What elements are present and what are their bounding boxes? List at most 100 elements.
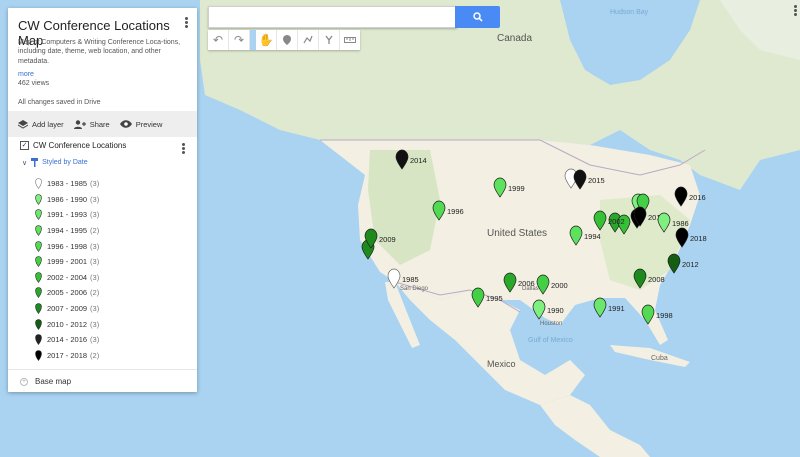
legend-label: 1983 - 1985 bbox=[47, 179, 88, 189]
share-label: Share bbox=[89, 119, 110, 129]
legend-count: (3) bbox=[90, 257, 100, 267]
layer-visibility-checkbox[interactable]: ✓ bbox=[20, 141, 29, 150]
add-layer-label: Add layer bbox=[32, 119, 64, 129]
layer-name[interactable]: CW Conference Locations bbox=[33, 141, 126, 150]
legend-label: 2005 - 2006 bbox=[47, 288, 88, 298]
map-pin-icon bbox=[35, 350, 42, 361]
view-count: 462 views bbox=[18, 80, 50, 87]
legend-label: 2014 - 2016 bbox=[47, 335, 88, 345]
undo-icon[interactable]: ↶ bbox=[208, 30, 229, 50]
base-map-label: Base map bbox=[35, 377, 72, 386]
label-united-states: United States bbox=[487, 228, 547, 239]
more-link[interactable]: more bbox=[18, 71, 34, 78]
legend-item[interactable]: 1983 - 1985 (3) bbox=[35, 176, 99, 192]
legend-count: (3) bbox=[90, 272, 100, 282]
map-pin-icon bbox=[35, 178, 42, 190]
map-pin-icon bbox=[35, 225, 42, 237]
legend-label: 1996 - 1998 bbox=[47, 241, 88, 251]
map-marker-label: 1999 bbox=[508, 184, 525, 193]
legend-item[interactable]: 1986 - 1990 (3) bbox=[35, 192, 99, 208]
legend-list: 1983 - 1985 (3) 1986 - 1990 (3) 1991 - 1993(… bbox=[35, 176, 99, 363]
legend-item[interactable]: 2017 - 2018 (2) bbox=[35, 348, 99, 364]
legend-item[interactable]: 1999 - 2001 (3) bbox=[35, 254, 99, 270]
add-marker-icon[interactable] bbox=[277, 30, 298, 50]
redo-icon[interactable]: ↷ bbox=[229, 30, 250, 50]
draw-line-icon[interactable] bbox=[298, 30, 319, 50]
layer-options-icon[interactable] bbox=[182, 142, 185, 155]
legend-item[interactable]: 1994 - 1995 (2) bbox=[35, 223, 99, 239]
legend-item[interactable]: 2005 - 2006 (2) bbox=[35, 285, 99, 301]
styled-by-label: Styled by Date bbox=[42, 159, 88, 166]
map-pin-icon bbox=[35, 334, 42, 346]
legend-item[interactable]: 1991 - 1993 (3) bbox=[35, 207, 99, 223]
map-marker-label: 2008 bbox=[648, 275, 665, 284]
expand-icon[interactable]: + bbox=[20, 377, 28, 386]
legend-count: (2) bbox=[90, 226, 100, 236]
map-marker-label: 1986 bbox=[672, 219, 689, 228]
layers-icon bbox=[18, 119, 28, 129]
map-marker-label: 2006 bbox=[518, 279, 535, 288]
legend-count: (3) bbox=[90, 335, 100, 345]
search-input[interactable] bbox=[208, 6, 457, 28]
map-marker-label: 2009 bbox=[379, 235, 396, 244]
map-marker-label: 1995 bbox=[486, 294, 503, 303]
paint-roller-icon bbox=[31, 158, 39, 167]
map-pin-icon bbox=[35, 240, 42, 252]
legend-count: (3) bbox=[90, 194, 100, 204]
side-panel: CW Conference Locations Map Map of Compu… bbox=[8, 8, 197, 392]
directions-icon[interactable] bbox=[319, 30, 340, 50]
measure-icon[interactable] bbox=[340, 30, 360, 50]
map-marker-label: 2012 bbox=[682, 260, 699, 269]
map-marker-pin[interactable] bbox=[667, 253, 681, 274]
map-toolbar: ↶ ↷ ✋ bbox=[208, 30, 360, 50]
map-marker-label: 2002 bbox=[608, 217, 625, 226]
label-san-diego: San Diego bbox=[400, 286, 429, 292]
preview-button[interactable]: Preview bbox=[119, 119, 163, 129]
legend-label: 1986 - 1990 bbox=[47, 194, 88, 204]
preview-label: Preview bbox=[135, 119, 163, 129]
legend-item[interactable]: 2007 - 2009 (3) bbox=[35, 301, 99, 317]
map-description: Map of Computers & Writing Conference Lo… bbox=[18, 39, 181, 65]
apps-menu-icon[interactable] bbox=[792, 4, 798, 18]
add-layer-button[interactable]: Add layer bbox=[18, 119, 64, 129]
action-bar: Add layer Share Preview bbox=[8, 111, 197, 137]
legend-item[interactable]: 2002 - 2004 (3) bbox=[35, 270, 99, 286]
legend-count: (2) bbox=[90, 288, 100, 298]
eye-icon bbox=[119, 120, 132, 128]
map-marker-label: 1991 bbox=[608, 304, 625, 313]
map-marker-label: 2015 bbox=[588, 176, 605, 185]
save-status: All changes saved in Drive bbox=[18, 99, 101, 106]
map-pin-icon bbox=[35, 303, 42, 315]
search-button[interactable] bbox=[455, 6, 500, 28]
base-map-row[interactable]: + Base map bbox=[8, 369, 197, 393]
map-marker-pin[interactable] bbox=[593, 297, 607, 318]
legend-label: 1999 - 2001 bbox=[47, 257, 88, 267]
map-pin-icon bbox=[35, 287, 42, 299]
chevron-down-icon[interactable]: ∨ bbox=[22, 159, 27, 167]
legend-item[interactable]: 1996 - 1998 (3) bbox=[35, 238, 99, 254]
map-marker-label: 2016 bbox=[689, 193, 706, 202]
map-marker-label: 1998 bbox=[656, 311, 673, 320]
legend-label: 2002 - 2004 bbox=[47, 272, 88, 282]
map-marker-label: 2000 bbox=[551, 281, 568, 290]
map-marker-label: 1985 bbox=[402, 275, 419, 284]
legend-item[interactable]: 2010 - 2012 (3) bbox=[35, 316, 99, 332]
share-button[interactable]: Share bbox=[73, 119, 110, 129]
hand-pan-icon[interactable]: ✋ bbox=[256, 30, 277, 50]
map-marker-label: 2014 bbox=[410, 156, 427, 165]
label-hudson-bay: Hudson Bay bbox=[610, 9, 649, 16]
styled-by-row[interactable]: ∨ Styled by Date bbox=[22, 158, 88, 167]
map-pin-icon bbox=[35, 318, 42, 330]
legend-label: 1994 - 1995 bbox=[47, 226, 88, 236]
map-pin-icon bbox=[35, 256, 42, 268]
add-person-icon bbox=[73, 119, 86, 129]
layer-header: ✓ CW Conference Locations bbox=[20, 141, 126, 150]
map-pin-icon bbox=[35, 272, 42, 283]
legend-label: 1991 - 1993 bbox=[47, 210, 88, 220]
map-pin-icon bbox=[35, 209, 42, 221]
label-mexico: Mexico bbox=[487, 359, 516, 369]
map-options-icon[interactable] bbox=[185, 16, 189, 29]
legend-count: (3) bbox=[90, 179, 100, 189]
legend-item[interactable]: 2014 - 2016 (3) bbox=[35, 332, 99, 348]
label-houston: Houston bbox=[540, 321, 562, 327]
